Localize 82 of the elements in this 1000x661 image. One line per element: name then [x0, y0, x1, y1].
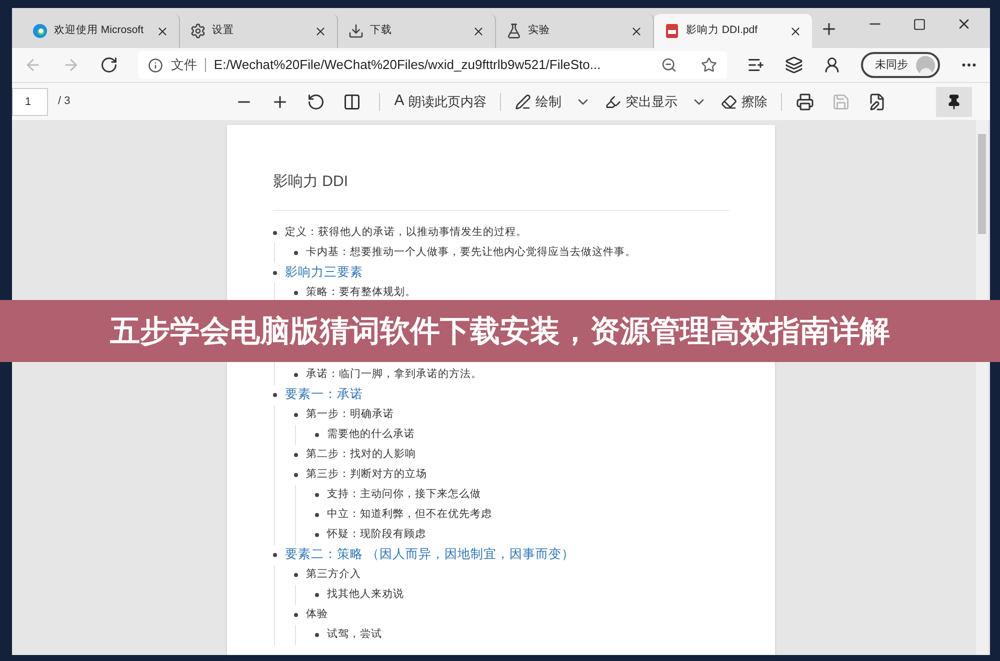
pen-icon: [515, 94, 532, 110]
pin-toolbar-button[interactable]: [936, 86, 972, 116]
favorites-icon[interactable]: [747, 56, 766, 74]
settings-icon: [190, 23, 206, 39]
pdf-file-icon: [664, 23, 680, 39]
close-icon[interactable]: [630, 24, 643, 38]
document-title: 影响力 DDI: [273, 171, 729, 210]
bullet-icon: [294, 372, 298, 376]
tab-label: 影响力 DDI.pdf: [686, 23, 758, 38]
read-aloud-icon: A: [394, 90, 404, 113]
bullet-icon: [315, 492, 319, 496]
page-count: / 3: [58, 94, 70, 110]
close-icon[interactable]: [789, 24, 802, 38]
list-item-text: 试驾，尝试: [327, 626, 382, 642]
bullet-icon: [294, 412, 298, 416]
list-item-text: 怀疑：现阶段有顾虑: [327, 526, 426, 542]
browser-logo-icon: [32, 23, 48, 39]
bullet-icon: [294, 472, 298, 476]
new-tab-icon[interactable]: [820, 20, 838, 38]
download-icon: [348, 23, 364, 39]
bullet-icon: [273, 552, 277, 556]
favorite-star-icon[interactable]: [701, 57, 718, 73]
list-item-text: 策略：要有整体规划。: [306, 284, 416, 300]
collections-icon[interactable]: [785, 56, 804, 74]
bullet-icon: [273, 230, 277, 234]
section-heading: 要素一：承诺: [285, 386, 363, 404]
list-item-text: 承诺：临门一脚，拿到承诺的方法。: [306, 366, 482, 382]
list-item-text: 体验: [306, 606, 328, 622]
bullet-icon: [294, 572, 298, 576]
tab-label: 下载: [370, 23, 392, 38]
list-item-text: 支持：主动问你，接下来怎么做: [327, 486, 481, 502]
close-icon[interactable]: [156, 24, 169, 38]
close-icon[interactable]: [472, 24, 485, 38]
feedback-icon[interactable]: [823, 56, 841, 74]
read-aloud-button[interactable]: A 朗读此页内容: [394, 90, 486, 113]
zoom-icon[interactable]: [661, 57, 678, 73]
browser-tab[interactable]: 影响力 DDI.pdf: [654, 14, 812, 48]
list-item-text: 第一步：明确承诺: [306, 406, 394, 422]
list-item-text: 定义：获得他人的承诺，以推动事情发生的过程。: [285, 224, 527, 240]
bullet-icon: [294, 612, 298, 616]
bullet-icon: [294, 250, 298, 254]
bullet-icon: [315, 592, 319, 596]
bullet-icon: [315, 432, 319, 436]
pin-icon: [946, 94, 962, 110]
maximize-icon[interactable]: [913, 18, 926, 30]
print-icon[interactable]: [796, 92, 814, 110]
bullet-icon: [315, 632, 319, 636]
tab-label: 设置: [212, 23, 234, 38]
rotate-icon[interactable]: [307, 92, 326, 110]
bullet-icon: [315, 512, 319, 516]
section-heading: 要素二：策略 （因人而异，因地制宜，因事而变）: [285, 546, 574, 564]
list-item-text: 第三步：判断对方的立场: [306, 466, 427, 482]
erase-button[interactable]: 擦除: [721, 92, 768, 112]
avatar-icon: [916, 56, 935, 74]
tab-label: 实验: [528, 23, 550, 38]
tab-label: 欢迎使用 Microsoft: [54, 23, 144, 38]
refresh-icon[interactable]: [100, 56, 118, 74]
info-icon: [148, 58, 163, 72]
highlight-button[interactable]: 突出显示: [605, 92, 678, 112]
flask-icon: [506, 23, 522, 39]
bullet-icon: [273, 392, 277, 396]
list-item-text: 需要他的什么承诺: [327, 426, 415, 442]
address-field[interactable]: 文件 E:/Wechat%20File/WeChat%20Files/wxid_zu9fttrlb9w521/FileSto...: [138, 51, 728, 79]
page-number-field[interactable]: 1: [12, 88, 48, 116]
title-banner: 五步学会电脑版猜词软件下载安装，资源管理高效指南详解: [0, 300, 1000, 362]
fit-page-icon[interactable]: [343, 92, 362, 110]
bullet-icon: [294, 452, 298, 456]
list-item-text: 第二步：找对的人影响: [306, 446, 416, 462]
highlighter-icon: [605, 94, 622, 110]
list-item-text: 第三方介入: [306, 566, 361, 582]
bullet-icon: [273, 270, 277, 274]
edit-icon[interactable]: [868, 92, 886, 110]
list-item-text: 找其他人来劝说: [327, 586, 404, 602]
eraser-icon: [721, 94, 738, 110]
section-heading: 影响力三要素: [285, 264, 363, 282]
list-item-text: 卡内基：想要推动一个人做事，要先让他内心觉得应当去做这件事。: [306, 244, 636, 260]
draw-button[interactable]: 绘制: [515, 92, 562, 112]
bullet-icon: [315, 532, 319, 536]
list-item-text: 中立：知道利弊，但不在优先考虑: [327, 506, 492, 522]
close-icon[interactable]: [314, 24, 327, 38]
profile-button[interactable]: 未同步: [861, 52, 940, 78]
bullet-icon: [294, 290, 298, 294]
